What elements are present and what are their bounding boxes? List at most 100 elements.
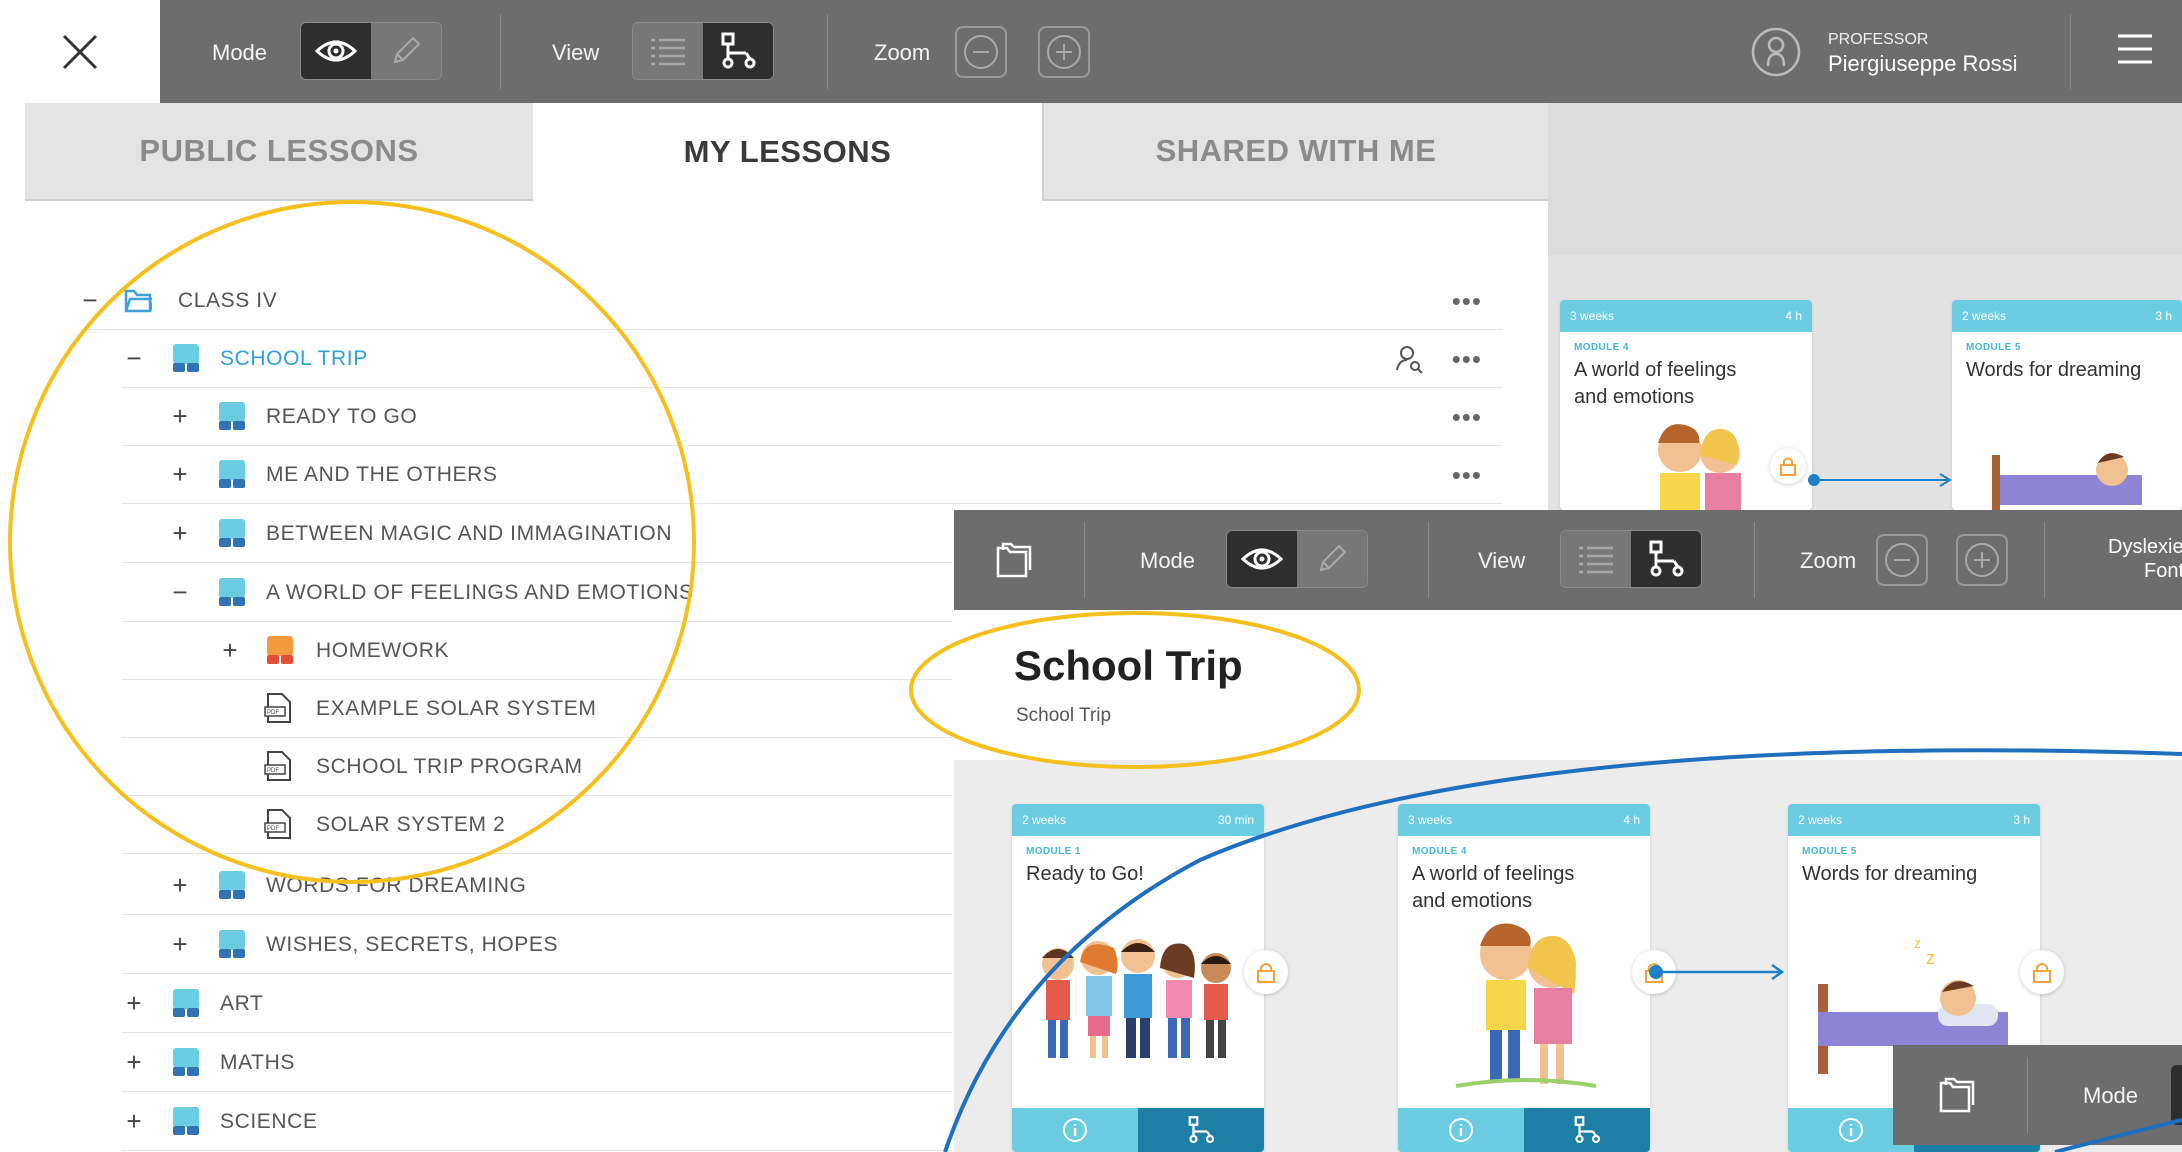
- collapse-icon[interactable]: −: [80, 287, 100, 313]
- graph-icon: [721, 32, 756, 69]
- tree-item-label: READY TO GO: [266, 405, 418, 428]
- menu-button[interactable]: [2115, 32, 2155, 66]
- more-options-icon[interactable]: •••: [1452, 286, 1482, 317]
- card-module: MODULE 5: [1802, 846, 1857, 857]
- divider: [2044, 522, 2045, 598]
- divider: [2070, 14, 2071, 89]
- tree-item-label: BETWEEN MAGIC AND IMMAGINATION: [266, 522, 673, 545]
- info-button[interactable]: [1398, 1108, 1524, 1152]
- card-time: 30 min: [1217, 813, 1254, 827]
- tree-item-homework[interactable]: + HOMEWORK: [122, 622, 952, 680]
- user-name: Piergiuseppe Rossi: [1828, 51, 2018, 76]
- zoom-out-button[interactable]: [955, 26, 1007, 78]
- card-duration: 3 weeks: [1408, 813, 1453, 827]
- svg-text:PDF: PDF: [267, 826, 279, 832]
- tree-item-science[interactable]: + SCIENCE: [122, 1093, 952, 1151]
- tree-item-art[interactable]: + ART: [122, 975, 952, 1033]
- page-title: School Trip: [1014, 642, 1243, 689]
- info-icon: [1839, 1118, 1863, 1142]
- tree-item-school-trip[interactable]: − SCHOOL TRIP •••: [122, 330, 1502, 388]
- tree-item-example-solar[interactable]: PDF EXAMPLE SOLAR SYSTEM: [122, 680, 952, 738]
- person-search-icon[interactable]: [1394, 344, 1424, 374]
- tree-item-wishes[interactable]: + WISHES, SECRETS, HOPES: [122, 916, 952, 974]
- edit-mode-button[interactable]: [371, 23, 441, 79]
- collapse-icon[interactable]: −: [170, 579, 190, 605]
- homework-book-icon: [267, 636, 293, 664]
- expand-icon[interactable]: +: [220, 637, 240, 663]
- lock-icon: [1780, 457, 1796, 476]
- lesson-book-icon: [173, 989, 199, 1017]
- path-button[interactable]: [1138, 1108, 1264, 1152]
- view-mode-button[interactable]: [301, 23, 371, 79]
- expand-icon[interactable]: +: [124, 1108, 144, 1134]
- graph-view-button[interactable]: [1631, 531, 1701, 587]
- collapse-icon[interactable]: −: [124, 345, 144, 371]
- tree-item-ready-to-go[interactable]: + READY TO GO •••: [122, 388, 1502, 446]
- tree-item-label: MATHS: [220, 1051, 295, 1074]
- tree-item-solar-2[interactable]: PDF SOLAR SYSTEM 2: [122, 796, 952, 854]
- tree-item-label: EXAMPLE SOLAR SYSTEM: [316, 697, 597, 720]
- mode-label: Mode: [1140, 548, 1196, 573]
- expand-icon[interactable]: +: [124, 1049, 144, 1075]
- tree-item-class[interactable]: − CLASS IV •••: [80, 272, 1502, 330]
- module-card[interactable]: 3 weeks 4 h MODULE 4 A world of feelings …: [1398, 804, 1650, 1152]
- tab-my-lessons[interactable]: MY LESSONS: [533, 103, 1042, 201]
- lock-button[interactable]: [2020, 950, 2064, 994]
- view-mode-button[interactable]: [1227, 531, 1297, 587]
- tab-public-lessons[interactable]: PUBLIC LESSONS: [25, 103, 533, 201]
- tree-item-maths[interactable]: + MATHS: [122, 1034, 952, 1092]
- expand-icon[interactable]: +: [170, 872, 190, 898]
- more-options-icon[interactable]: •••: [1452, 344, 1482, 375]
- mode-label: Mode: [212, 40, 268, 65]
- folders-button[interactable]: [994, 540, 1036, 580]
- expand-icon[interactable]: +: [170, 403, 190, 429]
- graph-view-button[interactable]: [703, 23, 773, 79]
- close-button[interactable]: [0, 0, 160, 103]
- pencil-icon: [1319, 544, 1347, 572]
- lock-button[interactable]: [1770, 448, 1806, 484]
- dyslexie-font-label-line2: Font: [2144, 560, 2182, 582]
- card-duration: 3 weeks: [1570, 309, 1615, 323]
- tree-item-label: A WORLD OF FEELINGS AND EMOTIONS: [266, 581, 694, 604]
- info-button[interactable]: [1012, 1108, 1138, 1152]
- zoom-in-button[interactable]: [1956, 534, 2008, 586]
- lock-button[interactable]: [1244, 950, 1288, 994]
- tree-item-trip-program[interactable]: PDF SCHOOL TRIP PROGRAM: [122, 738, 952, 796]
- list-view-button[interactable]: [633, 23, 703, 79]
- tree-item-label: SCIENCE: [220, 1110, 318, 1133]
- expand-icon[interactable]: +: [170, 520, 190, 546]
- tree-item-words-dreaming[interactable]: + WORDS FOR DREAMING: [122, 857, 952, 915]
- list-view-button[interactable]: [1561, 531, 1631, 587]
- folders-button[interactable]: [1937, 1075, 1979, 1115]
- tree-item-me-and-others[interactable]: + ME AND THE OTHERS •••: [122, 446, 1502, 504]
- module-card[interactable]: 2 weeks 3 h MODULE 5 Words for dreaming: [1952, 300, 2182, 510]
- zoom-out-button[interactable]: [1876, 534, 1928, 586]
- path-button[interactable]: [1524, 1108, 1650, 1152]
- pdf-file-icon: PDF: [264, 751, 291, 781]
- divider: [1084, 522, 1085, 598]
- expand-icon[interactable]: +: [170, 461, 190, 487]
- more-options-icon[interactable]: •••: [1452, 460, 1482, 491]
- tree-item-between-magic[interactable]: + BETWEEN MAGIC AND IMMAGINATION: [122, 505, 952, 563]
- edit-mode-button[interactable]: [1297, 531, 1367, 587]
- card-time: 3 h: [2013, 813, 2030, 827]
- more-options-icon[interactable]: •••: [1452, 402, 1482, 433]
- module-card[interactable]: 2 weeks 30 min MODULE 1 Ready to Go!: [1012, 804, 1264, 1152]
- expand-icon[interactable]: +: [124, 990, 144, 1016]
- svg-text:z: z: [1926, 948, 1935, 968]
- dyslexie-font-label[interactable]: Dyslexie: [2108, 536, 2182, 559]
- hamburger-icon: [2118, 34, 2152, 64]
- divider: [1754, 522, 1755, 598]
- zoom-label: Zoom: [874, 40, 931, 65]
- card-duration: 2 weeks: [1798, 813, 1843, 827]
- eye-icon: [315, 40, 357, 62]
- pdf-file-icon: PDF: [264, 693, 291, 723]
- tab-shared-with-me[interactable]: SHARED WITH ME: [1042, 103, 1548, 201]
- module-card[interactable]: 3 weeks 4 h MODULE 4 A world of feelings …: [1560, 300, 1812, 510]
- mode-toggle[interactable]: [2171, 1065, 2182, 1125]
- zoom-in-button[interactable]: [1038, 26, 1090, 78]
- expand-icon[interactable]: +: [170, 931, 190, 957]
- tree-item-world-of-feelings[interactable]: − A WORLD OF FEELINGS AND EMOTIONS: [122, 564, 952, 622]
- lesson-book-icon: [173, 1048, 199, 1076]
- avatar[interactable]: [1750, 26, 1802, 78]
